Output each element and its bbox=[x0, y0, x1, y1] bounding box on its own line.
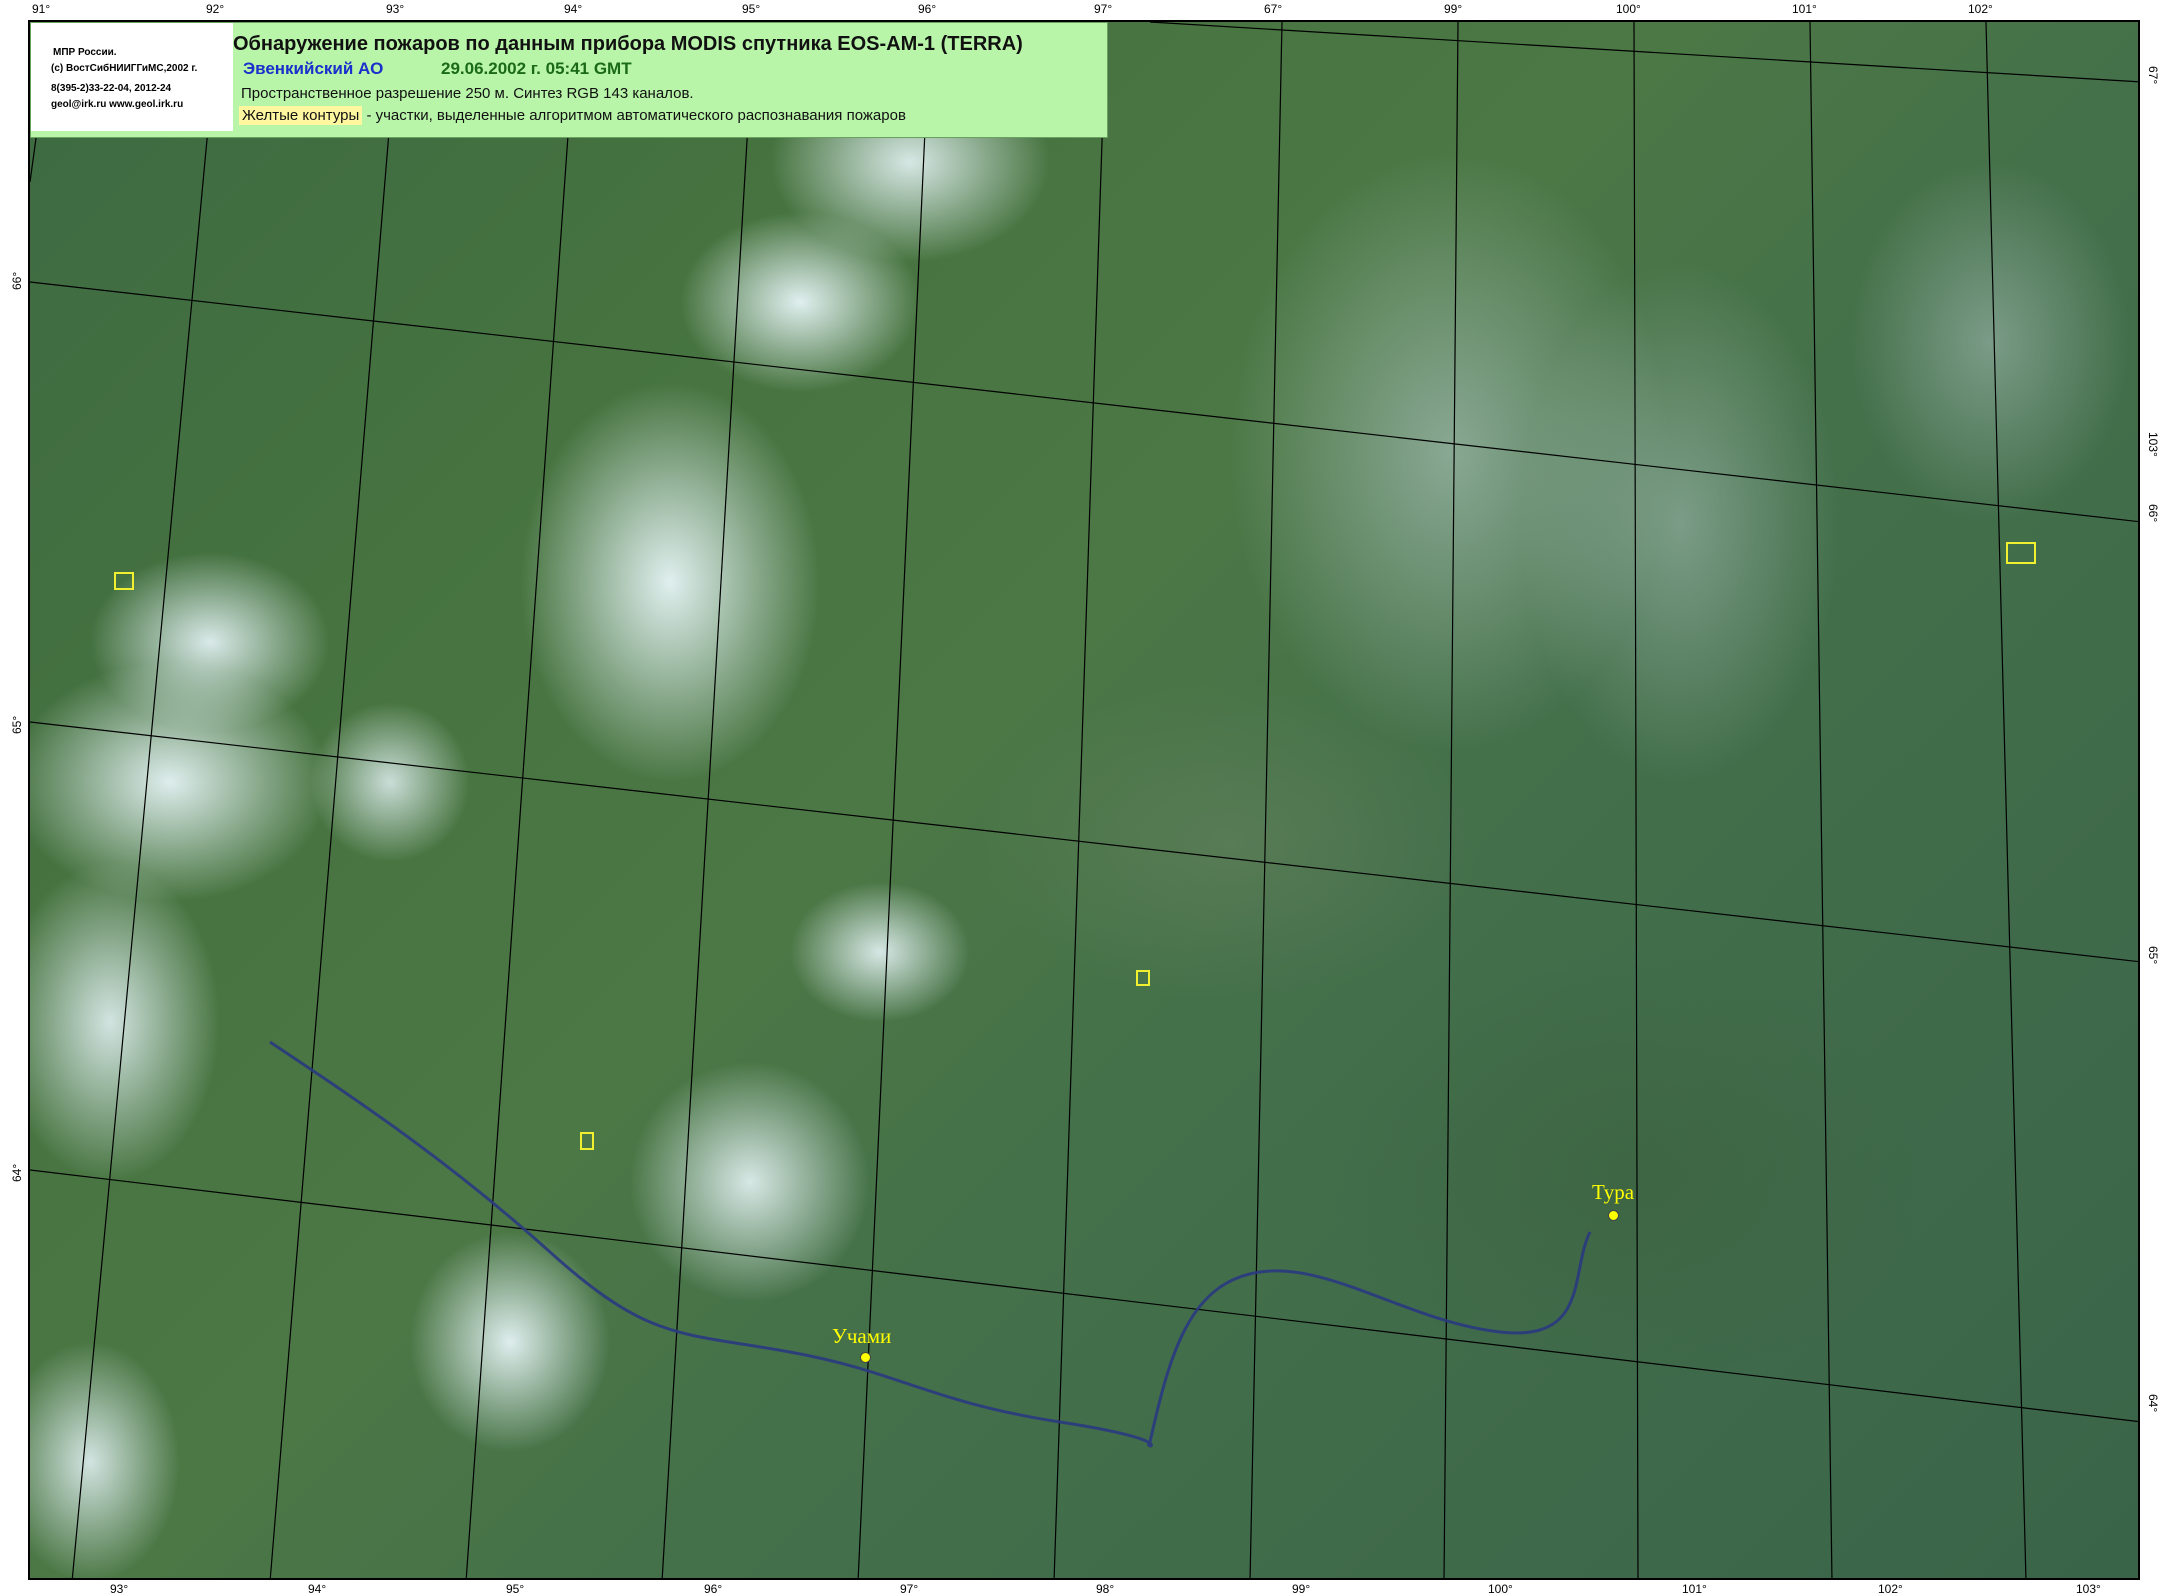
bottom-lon-label: 95° bbox=[506, 1582, 525, 1596]
fire-legend: Желтые контуры - участки, выделенные алг… bbox=[239, 106, 906, 125]
top-lon-label: 102° bbox=[1968, 2, 1993, 16]
fire-contour bbox=[2006, 542, 2036, 564]
bottom-lon-label: 103° bbox=[2076, 1582, 2101, 1596]
top-lon-label: 100° bbox=[1616, 2, 1641, 16]
bottom-lon-label: 101° bbox=[1682, 1582, 1707, 1596]
top-lon-label: 97° bbox=[1094, 2, 1113, 16]
bottom-lon-label: 98° bbox=[1096, 1582, 1115, 1596]
acquisition-datetime: 29.06.2002 г. 05:41 GMT bbox=[441, 59, 632, 78]
resolution-note: Пространственное разрешение 250 м. Синте… bbox=[241, 85, 694, 102]
right-edge-label: 64° bbox=[2146, 1394, 2160, 1413]
org-line: geol@irk.ru www.geol.irk.ru bbox=[51, 99, 184, 110]
fire-contour bbox=[1136, 970, 1150, 986]
top-lon-label: 94° bbox=[564, 2, 583, 16]
legend-panel: МПР России. (с) ВостСибНИИГГиМС,2002 г. … bbox=[30, 22, 1108, 138]
bottom-lon-label: 93° bbox=[110, 1582, 129, 1596]
top-lon-label: 92° bbox=[206, 2, 225, 16]
right-edge-label: 66° bbox=[2146, 504, 2160, 523]
fire-legend-text: - участки, выделенные алгоритмом автомат… bbox=[362, 107, 906, 124]
left-lat-label: 64° bbox=[10, 1163, 24, 1182]
top-lon-label: 67° bbox=[1264, 2, 1283, 16]
top-lon-label: 91° bbox=[32, 2, 51, 16]
org-line: МПР России. bbox=[53, 47, 117, 58]
fire-legend-key: Желтые контуры bbox=[239, 106, 363, 125]
org-line: 8(395-2)33-22-04, 2012-24 bbox=[51, 83, 172, 94]
top-lon-label: 101° bbox=[1792, 2, 1817, 16]
satellite-map: Тура Учами bbox=[28, 20, 2140, 1580]
top-lon-label: 96° bbox=[918, 2, 937, 16]
town-marker-tura bbox=[1608, 1210, 1619, 1221]
top-lon-label: 93° bbox=[386, 2, 405, 16]
bottom-lon-label: 96° bbox=[704, 1582, 723, 1596]
right-edge-label: 103° bbox=[2146, 432, 2160, 457]
town-marker-uchami bbox=[860, 1352, 871, 1363]
right-edge-label: 65° bbox=[2146, 946, 2160, 965]
bottom-lon-label: 97° bbox=[900, 1582, 919, 1596]
map-title: Обнаружение пожаров по данным прибора MO… bbox=[233, 33, 1023, 55]
bottom-lon-label: 100° bbox=[1488, 1582, 1513, 1596]
top-lon-label: 95° bbox=[742, 2, 761, 16]
left-lat-label: 65° bbox=[10, 715, 24, 734]
region-name: Эвенкийский АО bbox=[243, 59, 384, 78]
right-edge-label: 67° bbox=[2146, 66, 2160, 85]
left-lat-label: 66° bbox=[10, 271, 24, 290]
bottom-lon-label: 94° bbox=[308, 1582, 327, 1596]
org-line: (с) ВостСибНИИГГиМС,2002 г. bbox=[51, 63, 198, 74]
organization-info: МПР России. (с) ВостСибНИИГГиМС,2002 г. … bbox=[31, 23, 233, 131]
top-lon-label: 99° bbox=[1444, 2, 1463, 16]
town-name-tura: Тура bbox=[1592, 1180, 1635, 1204]
coordinate-grid bbox=[30, 22, 2138, 1578]
fire-contour bbox=[580, 1132, 594, 1150]
bottom-lon-label: 102° bbox=[1878, 1582, 1903, 1596]
fire-contour bbox=[114, 572, 134, 590]
bottom-lon-label: 99° bbox=[1292, 1582, 1311, 1596]
town-name-uchami: Учами bbox=[832, 1324, 892, 1348]
